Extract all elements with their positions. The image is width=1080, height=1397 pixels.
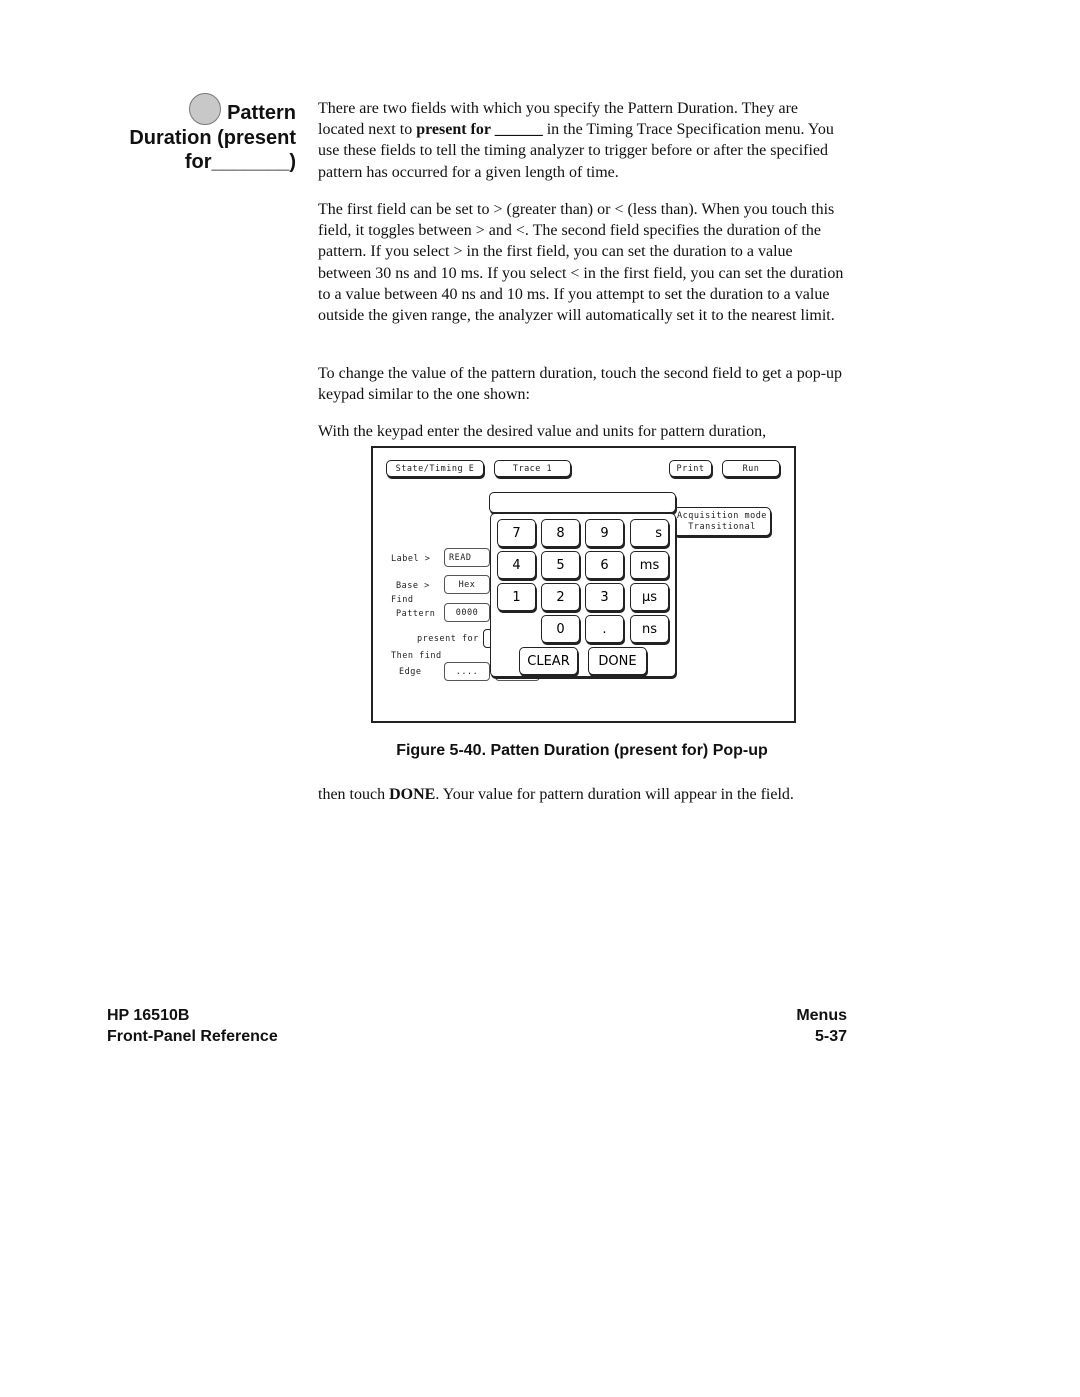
key-1[interactable]: 1 xyxy=(497,583,536,611)
acquisition-value: Transitional xyxy=(688,521,756,532)
key-9[interactable]: 9 xyxy=(585,519,624,547)
footer-right: Menus 5-37 xyxy=(796,1005,847,1047)
document-page: Pattern Duration (present for_______) Th… xyxy=(0,0,1080,1397)
acquisition-label: Acquisition mode xyxy=(677,510,767,521)
page-number: 5-37 xyxy=(814,1028,847,1045)
paragraph: To change the value of the pattern durat… xyxy=(318,365,843,404)
heading-line: Pattern xyxy=(227,102,296,124)
find-label: Find xyxy=(391,595,414,605)
paragraph: The first field can be set to > (greater… xyxy=(318,201,844,325)
section-name: Menus xyxy=(796,1007,847,1024)
heading-line: for_______) xyxy=(184,151,296,173)
run-button[interactable]: Run xyxy=(722,460,780,477)
paragraph: There are two fields with which you spec… xyxy=(318,100,834,181)
base-field[interactable]: Hex xyxy=(444,575,490,594)
paragraph: With the keypad enter the desired value … xyxy=(318,423,767,440)
keypad-figure: State/Timing E Trace 1 Print Run Acquisi… xyxy=(371,446,796,723)
paragraph: then touch DONE. Your value for pattern … xyxy=(318,786,794,803)
key-4[interactable]: 4 xyxy=(497,551,536,579)
trace-button[interactable]: Trace 1 xyxy=(494,460,571,477)
key-2[interactable]: 2 xyxy=(541,583,580,611)
label-field[interactable]: READ xyxy=(444,548,490,567)
clear-button[interactable]: CLEAR xyxy=(519,647,578,675)
keypad-display xyxy=(489,492,676,513)
product-name: HP 16510B xyxy=(107,1007,190,1024)
manual-name: Front-Panel Reference xyxy=(107,1028,278,1045)
key-3[interactable]: 3 xyxy=(585,583,624,611)
key-dot[interactable]: . xyxy=(585,615,624,643)
present-for-label: present for xyxy=(417,634,479,644)
state-timing-button[interactable]: State/Timing E xyxy=(386,460,484,477)
key-s[interactable]: s xyxy=(630,519,669,547)
key-8[interactable]: 8 xyxy=(541,519,580,547)
key-0[interactable]: 0 xyxy=(541,615,580,643)
acquisition-mode-button[interactable]: Acquisition mode Transitional xyxy=(673,507,771,536)
key-6[interactable]: 6 xyxy=(585,551,624,579)
done-button[interactable]: DONE xyxy=(588,647,647,675)
print-button[interactable]: Print xyxy=(669,460,712,477)
figure-caption: Figure 5-40. Patten Duration (present fo… xyxy=(396,742,768,759)
base-label: Base > xyxy=(396,581,430,591)
label-label: Label > xyxy=(391,554,431,564)
edge-field[interactable]: .... xyxy=(444,662,490,681)
section-heading: Pattern Duration (present for_______) xyxy=(100,93,296,175)
key-5[interactable]: 5 xyxy=(541,551,580,579)
pattern-label: Pattern xyxy=(396,609,436,619)
footer-left: HP 16510B Front-Panel Reference xyxy=(107,1005,278,1047)
key-ns[interactable]: ns xyxy=(630,615,669,643)
then-find-label: Then find xyxy=(391,651,442,661)
pattern-field[interactable]: 0000 xyxy=(444,603,490,622)
key-us[interactable]: µs xyxy=(630,583,669,611)
key-7[interactable]: 7 xyxy=(497,519,536,547)
keypad-panel: 7 8 9 s 4 5 6 ms 1 2 3 µs 0 . ns CLEAR D… xyxy=(490,513,676,677)
edge-label: Edge xyxy=(399,667,422,677)
key-ms[interactable]: ms xyxy=(630,551,669,579)
bullet-circle-icon xyxy=(189,93,222,125)
heading-line: Duration (present xyxy=(129,126,296,149)
